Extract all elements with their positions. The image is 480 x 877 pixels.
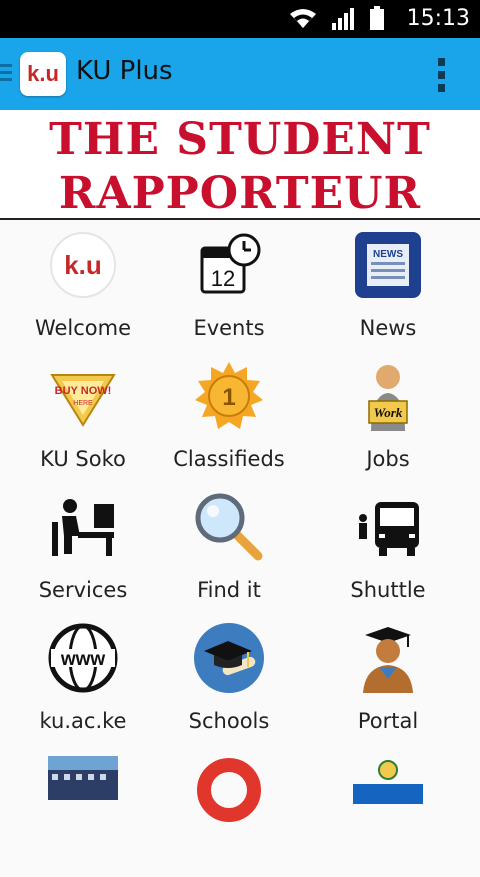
status-time: 15:13 [406, 6, 470, 31]
tile-label: Events [193, 316, 265, 340]
tile-ku-soko[interactable]: BUY NOW! HERE KU Soko [3, 353, 163, 484]
app-logo[interactable]: k.u [20, 52, 66, 96]
app-bar: k.u KU Plus [0, 38, 480, 110]
drawer-icon[interactable] [0, 64, 16, 84]
graduate-icon [363, 627, 413, 693]
svg-text:12: 12 [211, 266, 235, 291]
menu-grid: k.u Welcome 12 Events NEWS News BUY NOW!… [0, 222, 480, 822]
svg-text:HERE: HERE [73, 400, 93, 407]
tile-label: Shuttle [350, 578, 426, 602]
tile-label: Portal [357, 709, 419, 733]
tile-label: Find it [197, 578, 261, 602]
tile-label: Welcome [34, 316, 132, 340]
tile-ku-ac-ke[interactable]: www ku.ac.ke [3, 615, 163, 746]
tile-jobs[interactable]: Work Jobs [308, 353, 468, 484]
tile-find-it[interactable]: Find it [149, 484, 309, 615]
tile-label: ku.ac.ke [39, 709, 127, 733]
tile-row5-col2[interactable] [149, 746, 309, 877]
tile-events[interactable]: 12 Events [149, 222, 309, 353]
svg-text:www: www [60, 649, 106, 670]
red-ring-icon [197, 758, 261, 822]
tile-news[interactable]: NEWS News [308, 222, 468, 353]
tile-row5-col3[interactable] [308, 746, 468, 877]
tile-label: Classifieds [173, 447, 285, 471]
office-desk-icon [52, 499, 114, 556]
tile-services[interactable]: Services [3, 484, 163, 615]
tile-label: Services [38, 578, 128, 602]
tile-shuttle[interactable]: Shuttle [308, 484, 468, 615]
gold-medal-icon: 1 [195, 362, 263, 429]
app-title: KU Plus [76, 56, 173, 86]
battery-icon [370, 6, 384, 30]
svg-text:Work: Work [374, 405, 403, 420]
banner-line1: THE STUDENT [49, 114, 431, 165]
wifi-icon [290, 9, 316, 28]
tile-label: News [359, 316, 417, 340]
banner[interactable]: THE STUDENT RAPPORTEUR [0, 110, 480, 220]
svg-text:k.u: k.u [64, 250, 102, 280]
magnifier-icon [195, 493, 263, 561]
calendar-clock-icon: 12 [200, 233, 261, 294]
tile-welcome[interactable]: k.u Welcome [3, 222, 163, 353]
bus-icon [359, 502, 419, 556]
banner-line2: RAPPORTEUR [58, 168, 422, 219]
overflow-menu-icon[interactable] [438, 58, 446, 92]
tile-label: KU Soko [40, 447, 126, 471]
tile-label: Schools [188, 709, 270, 733]
tile-schools[interactable]: Schools [149, 615, 309, 746]
ku-logo-icon: k.u [50, 232, 116, 298]
newspaper-icon: NEWS [355, 232, 421, 298]
building-photo-icon [48, 756, 118, 800]
worker-icon: Work [368, 365, 408, 431]
tile-classifieds[interactable]: 1 Classifieds [149, 353, 309, 484]
signal-icon [332, 8, 354, 30]
kusa-logo-icon [353, 760, 423, 804]
svg-text:BUY NOW!: BUY NOW! [55, 385, 112, 397]
www-globe-icon: www [48, 623, 118, 693]
svg-text:NEWS: NEWS [373, 249, 403, 260]
status-bar: 15:13 [0, 0, 480, 38]
tile-row5-col1[interactable] [3, 746, 163, 877]
graduation-cap-icon [194, 623, 264, 693]
buy-now-tag-icon: BUY NOW! HERE [50, 374, 116, 427]
tile-portal[interactable]: Portal [308, 615, 468, 746]
status-icons [288, 6, 384, 30]
tile-label: Jobs [366, 447, 410, 471]
svg-text:1: 1 [222, 384, 235, 411]
